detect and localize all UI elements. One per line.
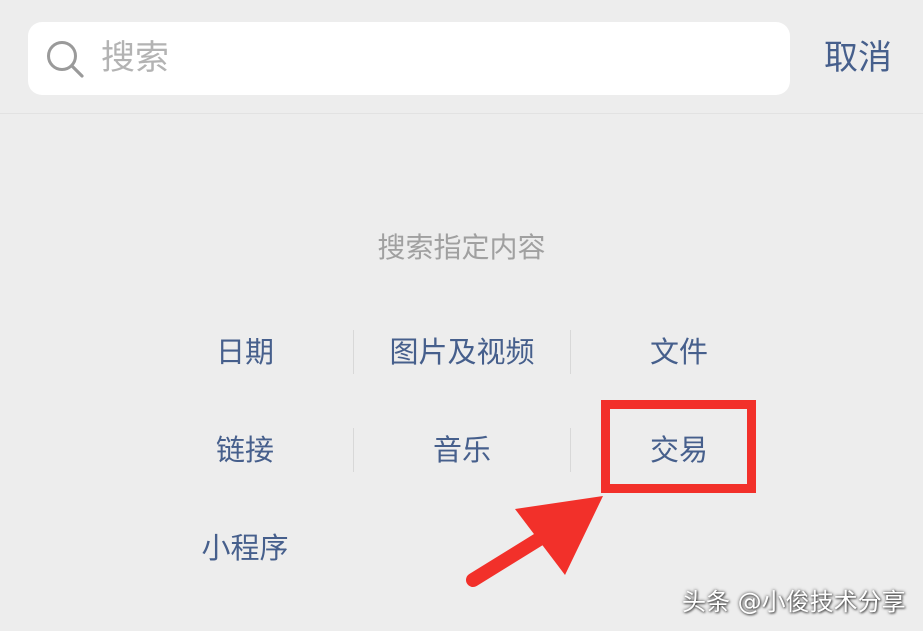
- option-images-videos[interactable]: 图片及视频: [353, 322, 571, 382]
- option-files[interactable]: 文件: [570, 322, 788, 382]
- option-links[interactable]: 链接: [136, 420, 354, 480]
- column-divider: [353, 428, 354, 472]
- cancel-button[interactable]: 取消: [812, 22, 904, 95]
- option-music[interactable]: 音乐: [353, 420, 571, 480]
- search-icon: [47, 41, 84, 78]
- column-divider: [570, 330, 571, 374]
- arrow-icon: [466, 496, 603, 587]
- option-mini-programs[interactable]: 小程序: [136, 518, 354, 578]
- section-title: 搜索指定内容: [377, 231, 546, 264]
- search-input[interactable]: 搜索: [101, 22, 169, 95]
- header-divider: [0, 113, 923, 114]
- column-divider: [353, 330, 354, 374]
- column-divider: [570, 428, 571, 472]
- option-date[interactable]: 日期: [136, 322, 354, 382]
- search-bar[interactable]: 搜索: [28, 22, 790, 95]
- watermark: 头条 @小俊技术分享: [682, 588, 906, 616]
